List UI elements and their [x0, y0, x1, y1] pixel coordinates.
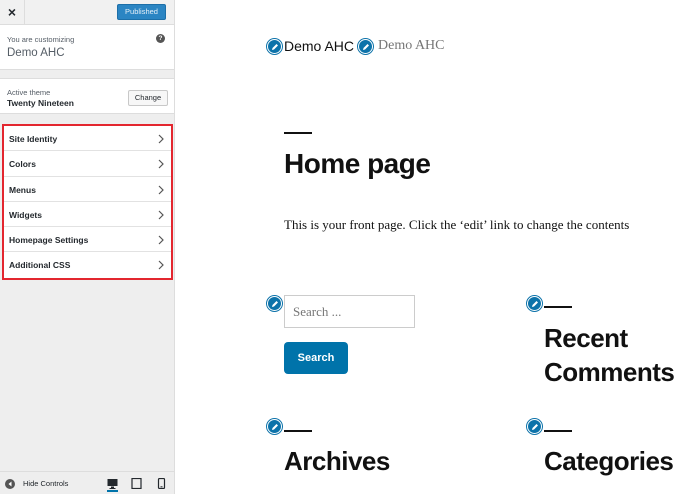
- collapse-arrow-icon: [5, 478, 15, 489]
- pencil-icon: [271, 300, 278, 307]
- page-content: This is your front page. Click the ‘edit…: [284, 217, 630, 232]
- desktop-icon[interactable]: [107, 478, 118, 492]
- pencil-icon: [531, 423, 538, 430]
- customizer-footer: Hide Controls: [0, 471, 174, 494]
- widget-rule: [544, 430, 572, 432]
- chevron-right-icon: [158, 210, 164, 220]
- edit-search-widget-button[interactable]: [267, 296, 282, 311]
- section-widgets[interactable]: Widgets: [4, 201, 171, 228]
- chevron-right-icon: [158, 185, 164, 195]
- edit-site-title-button[interactable]: [267, 39, 282, 54]
- site-description: Demo AHC: [378, 38, 445, 53]
- categories-title: Categories: [544, 446, 674, 476]
- change-theme-button[interactable]: Change: [128, 90, 168, 106]
- section-colors[interactable]: Colors: [4, 151, 171, 177]
- section-menus[interactable]: Menus: [4, 176, 171, 202]
- customizer-sidebar: × Published You are customizing Demo AHC…: [0, 0, 175, 494]
- pencil-icon: [531, 300, 538, 307]
- help-icon[interactable]: ?: [156, 34, 165, 43]
- widget-rule: [284, 430, 312, 432]
- customizer-sections: Site Identity Colors Menus Widgets Homep…: [2, 124, 173, 280]
- edit-recent-comments-widget-button[interactable]: [527, 296, 542, 311]
- hide-controls-button[interactable]: Hide Controls: [5, 477, 68, 490]
- site-preview: Demo AHC Demo AHC Home page This is your…: [176, 0, 700, 494]
- site-title[interactable]: Demo AHC: [284, 38, 354, 54]
- title-rule: [284, 132, 312, 134]
- hide-controls-label: Hide Controls: [23, 479, 69, 488]
- edit-archives-widget-button[interactable]: [267, 419, 282, 434]
- recent-comments-title: Recent Comments: [544, 323, 675, 387]
- customizing-info: You are customizing Demo AHC ?: [0, 25, 174, 70]
- chevron-right-icon: [158, 159, 164, 169]
- customizing-label: You are customizing: [7, 35, 75, 44]
- close-button[interactable]: ×: [0, 0, 25, 24]
- section-additional-css[interactable]: Additional CSS: [4, 252, 171, 278]
- pencil-icon: [362, 43, 369, 50]
- section-label: Menus: [9, 184, 36, 195]
- section-site-identity[interactable]: Site Identity: [4, 126, 171, 152]
- customizer-header: × Published: [0, 0, 174, 25]
- archives-title: Archives: [284, 446, 390, 476]
- edit-site-description-button[interactable]: [358, 39, 373, 54]
- section-label: Colors: [9, 159, 36, 170]
- chevron-right-icon: [158, 134, 164, 144]
- page-title: Home page: [284, 148, 431, 179]
- close-icon: ×: [7, 4, 17, 20]
- pencil-icon: [271, 43, 278, 50]
- site-name: Demo AHC: [7, 47, 65, 59]
- mobile-icon[interactable]: [156, 478, 167, 489]
- edit-categories-widget-button[interactable]: [527, 419, 542, 434]
- chevron-right-icon: [158, 261, 164, 270]
- section-label: Site Identity: [9, 134, 58, 144]
- pencil-icon: [271, 423, 278, 430]
- search-button[interactable]: Search: [284, 342, 348, 374]
- active-theme-panel: Active theme Twenty Nineteen Change: [0, 78, 174, 114]
- chevron-right-icon: [158, 235, 164, 245]
- section-homepage-settings[interactable]: Homepage Settings: [4, 227, 171, 253]
- theme-name: Twenty Nineteen: [7, 98, 74, 108]
- search-input[interactable]: Search ...: [284, 295, 415, 328]
- active-theme-label: Active theme: [7, 88, 51, 97]
- tablet-icon[interactable]: [131, 478, 142, 489]
- section-label: Homepage Settings: [9, 235, 89, 246]
- section-label: Additional CSS: [9, 260, 71, 271]
- publish-button[interactable]: Published: [117, 4, 166, 20]
- section-label: Widgets: [9, 209, 42, 220]
- widget-rule: [544, 306, 572, 308]
